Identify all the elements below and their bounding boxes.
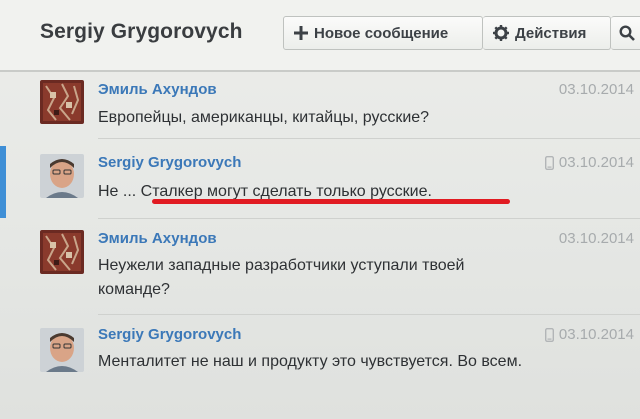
message-date: 03.10.2014 <box>558 81 634 98</box>
search-icon <box>619 25 635 41</box>
conversation-title: Sergiy Grygorovych <box>40 20 243 43</box>
conversation-header: Sergiy Grygorovych Новое сообщение Дейст… <box>0 0 640 72</box>
avatar[interactable] <box>40 328 84 372</box>
message-divider <box>98 218 640 219</box>
avatar[interactable] <box>40 80 84 124</box>
message-divider <box>98 314 640 315</box>
actions-label: Действия <box>515 24 587 42</box>
message-author[interactable]: Эмиль Ахундов <box>98 230 217 247</box>
message-author[interactable]: Эмиль Ахундов <box>98 81 217 98</box>
avatar[interactable] <box>40 154 84 198</box>
message-text: Европейцы, американцы, китайцы, русские? <box>98 109 430 126</box>
highlight-underline <box>152 199 510 204</box>
message-text: Менталитет не наш и продукту это чувству… <box>98 353 523 370</box>
message-divider <box>98 138 640 139</box>
message-text: Неужели западные разработчики уступали т… <box>98 257 465 298</box>
selected-message-indicator <box>0 146 6 218</box>
message-date: 03.10.2014 <box>544 154 634 171</box>
search-button[interactable] <box>611 16 640 50</box>
avatar[interactable] <box>40 230 84 274</box>
plus-icon <box>294 26 308 40</box>
message-date: 03.10.2014 <box>544 326 634 343</box>
new-message-button[interactable]: Новое сообщение <box>283 16 483 50</box>
gear-icon <box>493 25 509 41</box>
actions-button[interactable]: Действия <box>483 16 611 50</box>
message-date: 03.10.2014 <box>558 230 634 247</box>
new-message-label: Новое сообщение <box>314 24 449 42</box>
message-author[interactable]: Sergiy Grygorovych <box>98 326 241 343</box>
mobile-phone-icon <box>544 155 554 170</box>
conversation-window: Sergiy Grygorovych Новое сообщение Дейст… <box>0 0 640 419</box>
message-author[interactable]: Sergiy Grygorovych <box>98 154 241 171</box>
mobile-phone-icon <box>544 327 554 342</box>
